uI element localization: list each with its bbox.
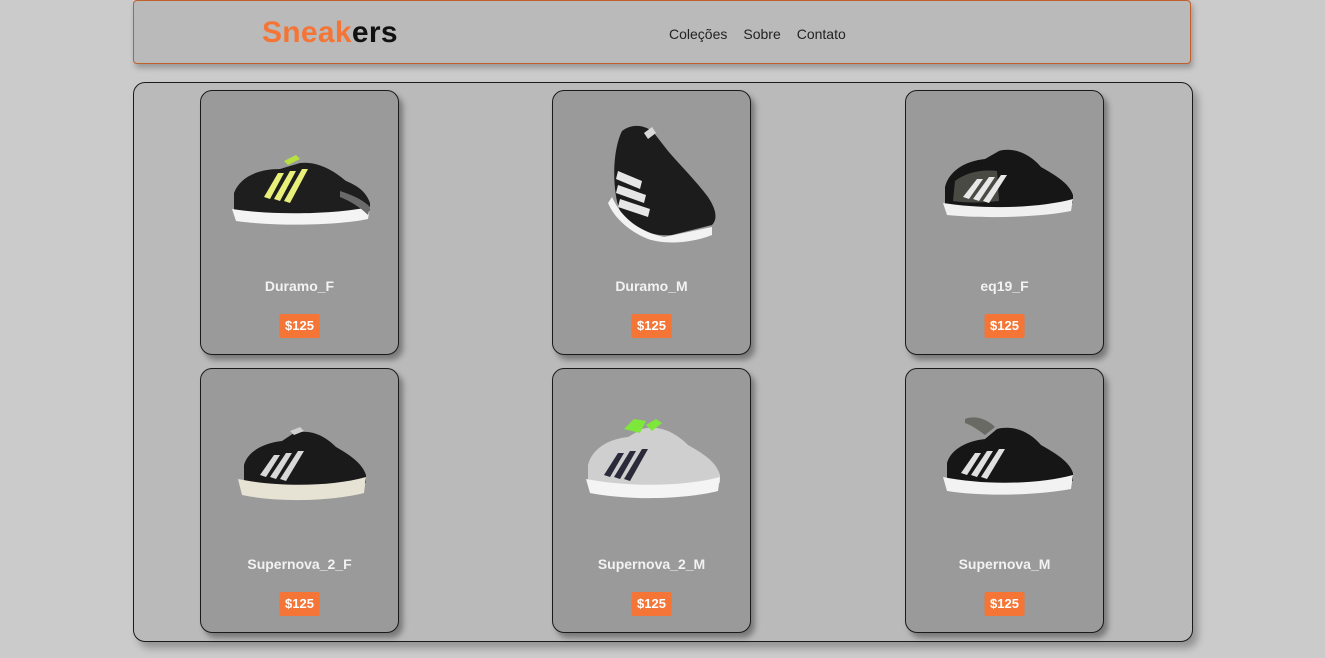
site-logo[interactable]: Sneakers (262, 16, 398, 50)
product-card-eq19-f[interactable]: eq19_F $125 (905, 90, 1104, 355)
product-card-duramo-f[interactable]: Duramo_F $125 (200, 90, 399, 355)
product-price-badge: $125 (279, 314, 320, 338)
sneaker-image (586, 419, 720, 499)
product-name: Duramo_F (264, 278, 335, 294)
nav-link-sobre[interactable]: Sobre (743, 25, 780, 43)
main-nav: Coleções Sobre Contato (669, 25, 846, 43)
logo-rest-text: ers (351, 16, 398, 49)
sneaker-image (232, 155, 370, 225)
sneaker-image (943, 417, 1073, 495)
product-card-supernova-2-f[interactable]: Supernova_2_F $125 (200, 368, 399, 633)
product-price-badge: $125 (984, 592, 1025, 616)
product-price-badge: $125 (631, 314, 672, 338)
site-header: Sneakers Coleções Sobre Contato (133, 0, 1191, 64)
product-name: eq19_F (980, 278, 1029, 294)
product-card-duramo-m[interactable]: Duramo_M $125 (552, 90, 751, 355)
logo-accent-text: Sneak (262, 16, 352, 49)
product-grid: Duramo_F $125 Duramo_M $125 eq19_F $125 (133, 82, 1193, 642)
product-name: Supernova_2_F (247, 556, 352, 572)
product-card-supernova-2-m[interactable]: Supernova_2_M $125 (552, 368, 751, 633)
product-price-badge: $125 (984, 314, 1025, 338)
sneaker-image (608, 125, 716, 243)
product-name: Supernova_M (958, 556, 1051, 572)
sneaker-image (943, 149, 1073, 218)
product-name: Supernova_2_M (597, 556, 706, 572)
product-card-supernova-m[interactable]: Supernova_M $125 (905, 368, 1104, 633)
nav-link-colecoes[interactable]: Coleções (669, 25, 727, 43)
product-price-badge: $125 (631, 592, 672, 616)
sneaker-image (238, 427, 366, 501)
nav-link-contato[interactable]: Contato (797, 25, 846, 43)
product-price-badge: $125 (279, 592, 320, 616)
product-name: Duramo_M (615, 278, 688, 294)
